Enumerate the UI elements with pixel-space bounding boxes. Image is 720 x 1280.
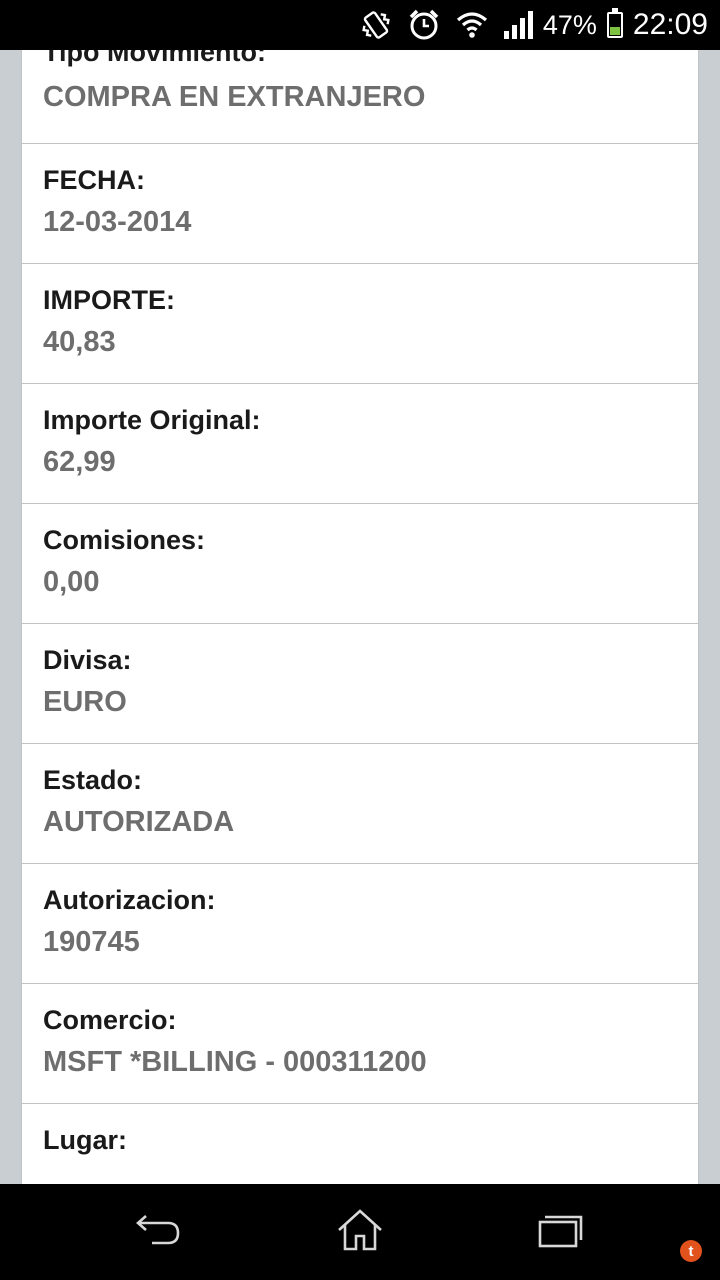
field-value: 12-03-2014 [43,206,192,238]
back-icon [132,1210,184,1255]
field-label: IMPORTE: [43,285,175,315]
field-row-importe[interactable]: IMPORTE: 40,83 [21,264,699,384]
field-row-fecha[interactable]: FECHA: 12-03-2014 [21,144,699,264]
navigation-bar [0,1184,720,1280]
field-value: 190745 [43,926,140,958]
detail-list: Tipo Movimiento: COMPRA EN EXTRANJERO FE… [21,50,699,1184]
field-label: Lugar: [43,1125,127,1155]
battery-percent: 47% [542,9,597,40]
field-label: Autorizacion: [43,885,216,915]
field-value: COMPRA EN EXTRANJERO [43,81,426,113]
field-label: Comisiones: [43,525,206,555]
home-button[interactable] [332,1206,388,1258]
vibrate-icon [359,8,393,42]
field-label: Importe Original: [43,405,261,435]
home-icon [336,1208,384,1257]
field-value: 40,83 [43,326,116,358]
field-row-comercio[interactable]: Comercio: MSFT *BILLING - 000311200 [21,984,699,1104]
field-row-lugar[interactable]: Lugar: [21,1104,699,1184]
notification-badge-icon[interactable]: t [680,1240,702,1262]
field-label: Divisa: [43,645,132,675]
field-value: 0,00 [43,566,100,598]
field-row-autorizacion[interactable]: Autorizacion: 190745 [21,864,699,984]
field-row-comisiones[interactable]: Comisiones: 0,00 [21,504,699,624]
detail-list-viewport[interactable]: Tipo Movimiento: COMPRA EN EXTRANJERO FE… [21,50,699,1184]
recent-apps-button[interactable] [532,1206,588,1258]
battery-level-fill [609,26,620,35]
field-value: EURO [43,686,127,718]
field-label: FECHA: [43,165,145,195]
field-row-importe-original[interactable]: Importe Original: 62,99 [21,384,699,504]
field-label: Estado: [43,765,143,795]
recent-apps-icon [535,1212,585,1253]
signal-icon [503,11,535,39]
field-value: MSFT *BILLING - 000311200 [43,1046,427,1078]
field-row-divisa[interactable]: Divisa: EURO [21,624,699,744]
status-bar: 47% 22:09 [0,0,720,50]
alarm-icon [407,8,441,42]
field-row-tipo-movimiento[interactable]: Tipo Movimiento: COMPRA EN EXTRANJERO [21,50,699,144]
wifi-icon [455,10,489,40]
clock: 22:09 [632,8,708,41]
field-value: AUTORIZADA [43,806,235,838]
field-label: Tipo Movimiento: [43,50,266,67]
field-value: 62,99 [43,446,116,478]
back-button[interactable] [130,1206,186,1258]
battery-icon [606,8,623,38]
field-row-estado[interactable]: Estado: AUTORIZADA [21,744,699,864]
field-label: Comercio: [43,1005,177,1035]
